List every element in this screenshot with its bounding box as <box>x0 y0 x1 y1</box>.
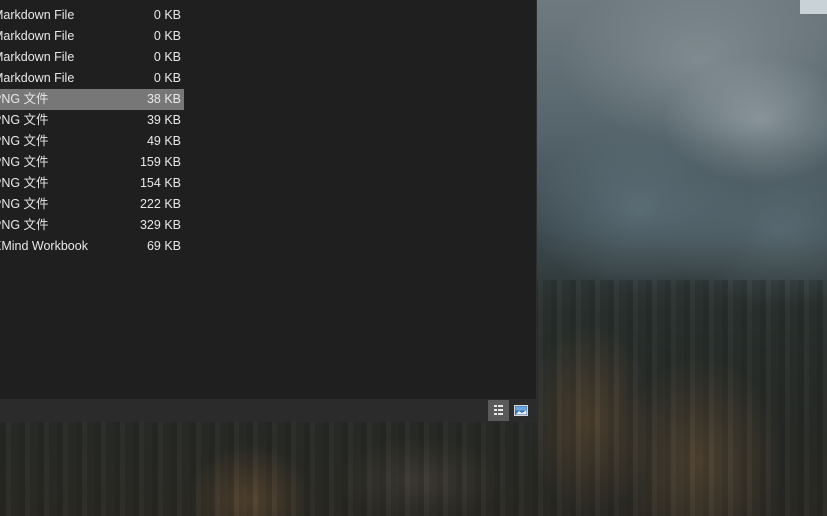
file-row[interactable]: XMind Workbook 69 KB <box>0 236 184 257</box>
file-size: 329 KB <box>139 218 181 232</box>
file-row[interactable]: Markdown File 0 KB <box>0 68 184 89</box>
file-explorer-window: Markdown File 0 KB Markdown File 0 KB Ma… <box>0 0 537 422</box>
file-type: PNG 文件 <box>0 218 49 232</box>
file-row[interactable]: PNG 文件 159 KB <box>0 152 184 173</box>
file-size: 39 KB <box>146 113 181 127</box>
file-type: PNG 文件 <box>0 197 49 211</box>
file-type: Markdown File <box>0 50 75 64</box>
file-row[interactable]: Markdown File 0 KB <box>0 47 184 68</box>
file-type: Markdown File <box>0 71 75 85</box>
file-type: PNG 文件 <box>0 176 49 190</box>
file-type: PNG 文件 <box>0 92 49 106</box>
file-size: 69 KB <box>146 239 181 253</box>
file-row-selected[interactable]: PNG 文件 38 KB <box>0 89 184 110</box>
file-size: 0 KB <box>153 29 181 43</box>
file-size: 222 KB <box>139 197 181 211</box>
file-type: XMind Workbook <box>0 239 88 253</box>
wallpaper-sky <box>800 0 827 14</box>
file-size: 0 KB <box>153 50 181 64</box>
file-row[interactable]: PNG 文件 39 KB <box>0 110 184 131</box>
file-size: 0 KB <box>153 8 181 22</box>
file-row[interactable]: PNG 文件 49 KB <box>0 131 184 152</box>
file-type: Markdown File <box>0 29 75 43</box>
file-type: PNG 文件 <box>0 113 49 127</box>
file-list: Markdown File 0 KB Markdown File 0 KB Ma… <box>0 5 536 257</box>
large-icons-view-icon <box>513 405 528 416</box>
large-icons-view-button[interactable] <box>510 400 531 421</box>
file-size: 38 KB <box>146 92 181 106</box>
status-bar <box>0 399 536 422</box>
file-size: 159 KB <box>139 155 181 169</box>
file-row[interactable]: PNG 文件 329 KB <box>0 215 184 236</box>
details-view-button[interactable] <box>488 400 509 421</box>
file-size: 154 KB <box>139 176 181 190</box>
file-type: Markdown File <box>0 8 75 22</box>
file-row[interactable]: Markdown File 0 KB <box>0 5 184 26</box>
file-row[interactable]: Markdown File 0 KB <box>0 26 184 47</box>
file-size: 49 KB <box>146 134 181 148</box>
details-view-icon <box>494 405 503 415</box>
file-row[interactable]: PNG 文件 222 KB <box>0 194 184 215</box>
file-row[interactable]: PNG 文件 154 KB <box>0 173 184 194</box>
file-type: PNG 文件 <box>0 134 49 148</box>
file-size: 0 KB <box>153 71 181 85</box>
file-type: PNG 文件 <box>0 155 49 169</box>
